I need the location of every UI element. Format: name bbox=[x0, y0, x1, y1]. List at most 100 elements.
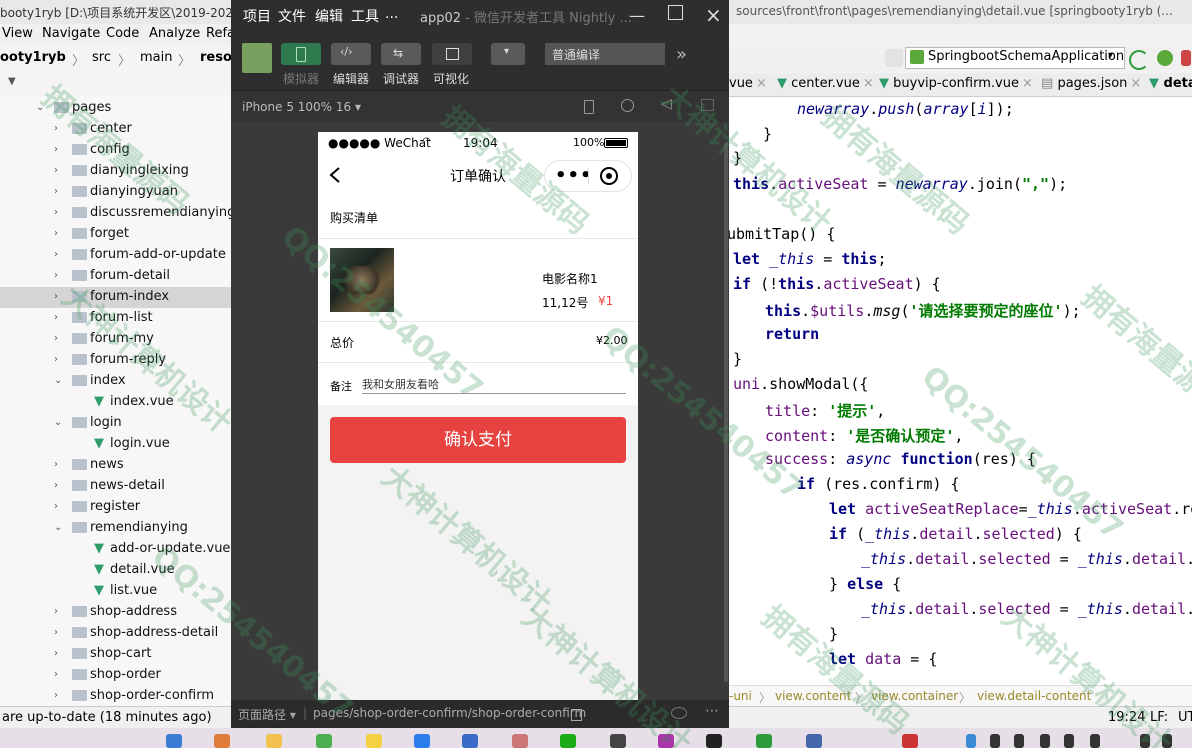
dt-menu-tools[interactable]: 工具 bbox=[351, 6, 379, 26]
intellij-icon[interactable] bbox=[902, 734, 918, 748]
capsule-menu[interactable]: ••• bbox=[544, 160, 632, 192]
dt-menu-file[interactable]: 文件 bbox=[278, 6, 306, 26]
tray-icon[interactable] bbox=[1090, 734, 1100, 748]
status-encoding[interactable]: UT bbox=[1178, 710, 1192, 725]
chevron-down-icon[interactable]: ⌄ bbox=[54, 417, 62, 428]
chevron-right-icon[interactable]: › bbox=[54, 228, 62, 239]
crumb-src[interactable]: src bbox=[92, 50, 111, 65]
volume-icon[interactable] bbox=[1162, 734, 1172, 748]
dt-menu-project[interactable]: 项目 bbox=[243, 6, 271, 26]
tab-vue[interactable]: vue × bbox=[729, 76, 767, 91]
tree-item[interactable]: › news bbox=[0, 455, 231, 476]
confirm-pay-button[interactable]: 确认支付 bbox=[330, 417, 626, 463]
chevron-right-icon[interactable]: › bbox=[54, 270, 62, 281]
chevron-right-icon[interactable]: › bbox=[54, 459, 62, 470]
tab-buyvip-confirm-vue[interactable]: ▼ buyvip-confirm.vue × bbox=[879, 76, 1033, 91]
dt-menu-edit[interactable]: 编辑 bbox=[315, 6, 343, 26]
tray-icon[interactable] bbox=[990, 734, 1000, 748]
tree-item[interactable]: › forum-add-or-update bbox=[0, 245, 231, 266]
chevron-down-icon[interactable]: ⌄ bbox=[36, 102, 44, 113]
tree-item[interactable]: › shop-order-confirm bbox=[0, 686, 231, 706]
tree-item[interactable]: › shop-address bbox=[0, 602, 231, 623]
editor-button[interactable]: ‹/› bbox=[331, 43, 371, 65]
tab-center-vue[interactable]: ▼ center.vue × bbox=[777, 76, 874, 91]
cart-item[interactable]: 电影名称1 11,12号 ¥1 bbox=[318, 239, 638, 322]
simulator-button[interactable] bbox=[281, 43, 321, 65]
status-message[interactable]: are up-to-date (18 minutes ago) bbox=[2, 710, 212, 725]
chevron-right-icon[interactable]: › bbox=[54, 144, 62, 155]
run-config-select[interactable]: SpringbootSchemaApplication ▾ bbox=[905, 47, 1125, 69]
tab-pages-json[interactable]: ▤ pages.json × bbox=[1041, 76, 1141, 91]
chevron-right-icon[interactable]: › bbox=[54, 669, 62, 680]
menu-code[interactable]: Code bbox=[106, 26, 139, 41]
tree-item[interactable]: ▼ login.vue bbox=[0, 434, 231, 455]
app-icon[interactable] bbox=[462, 734, 478, 748]
browser-icon[interactable] bbox=[214, 734, 230, 748]
code-editor[interactable]: newarray.push(array[i]); } } this.active… bbox=[729, 97, 1192, 685]
tree-item[interactable]: › config bbox=[0, 140, 231, 161]
debugger-button[interactable]: ⇆ bbox=[381, 43, 421, 65]
remark-input[interactable] bbox=[362, 375, 626, 394]
code-crumb-item[interactable]: view.content bbox=[775, 689, 851, 703]
tree-item[interactable]: ▼ list.vue bbox=[0, 581, 231, 602]
tree-item[interactable]: › shop-order bbox=[0, 665, 231, 686]
chevron-right-icon[interactable]: › bbox=[54, 186, 62, 197]
menu-view[interactable]: View bbox=[2, 26, 33, 41]
chevron-right-icon[interactable]: › bbox=[54, 354, 62, 365]
chevron-right-icon[interactable]: › bbox=[54, 627, 62, 638]
chevron-right-icon[interactable]: › bbox=[54, 312, 62, 323]
code-crumb-item[interactable]: view.container bbox=[871, 689, 958, 703]
tree-item[interactable]: › register bbox=[0, 497, 231, 518]
chevron-right-icon[interactable]: › bbox=[54, 606, 62, 617]
status-time[interactable]: 19:24 bbox=[1108, 710, 1145, 725]
wechat-icon[interactable] bbox=[560, 734, 576, 748]
menu-analyze[interactable]: Analyze bbox=[149, 26, 200, 41]
tree-item[interactable]: › dianyingyuan bbox=[0, 182, 231, 203]
wifi-icon[interactable] bbox=[1140, 734, 1150, 748]
tree-item[interactable]: › news-detail bbox=[0, 476, 231, 497]
tree-item[interactable]: › center bbox=[0, 119, 231, 140]
windows-start-icon[interactable] bbox=[166, 734, 182, 748]
folder-icon[interactable] bbox=[266, 734, 282, 748]
tree-item[interactable]: › dianyingleixing bbox=[0, 161, 231, 182]
tree-item[interactable]: › shop-cart bbox=[0, 644, 231, 665]
app-icon[interactable] bbox=[806, 734, 822, 748]
chevron-down-icon[interactable]: ▼ bbox=[8, 76, 16, 87]
chevron-down-icon[interactable]: ⌄ bbox=[54, 375, 62, 386]
app-icon[interactable] bbox=[756, 734, 772, 748]
record-icon[interactable] bbox=[621, 99, 634, 112]
tree-item[interactable]: ⌄ pages bbox=[0, 98, 231, 119]
visual-button[interactable] bbox=[432, 43, 472, 65]
debug-icon[interactable] bbox=[1157, 50, 1173, 66]
expand-more-icon[interactable]: » bbox=[676, 44, 687, 65]
tree-item[interactable]: ⌄ index bbox=[0, 371, 231, 392]
compile-mode-dropdown[interactable]: ▾ bbox=[491, 43, 525, 65]
tree-item[interactable]: › forget bbox=[0, 224, 231, 245]
tree-item[interactable]: ▼ add-or-update.vue bbox=[0, 539, 231, 560]
tree-item[interactable]: › shop-address-detail bbox=[0, 623, 231, 644]
page-path-label[interactable]: 页面路径 ▾ bbox=[238, 706, 296, 723]
tray-icon[interactable] bbox=[1040, 734, 1050, 748]
tray-icon[interactable] bbox=[966, 734, 976, 748]
more-icon[interactable]: ⋯ bbox=[705, 703, 719, 719]
tree-item[interactable]: ▼ detail.vue bbox=[0, 560, 231, 581]
tree-item[interactable]: ▼ index.vue bbox=[0, 392, 231, 413]
tree-item[interactable]: ⌄ remendianying bbox=[0, 518, 231, 539]
tree-item[interactable]: › discussremendianying bbox=[0, 203, 231, 224]
maximize-icon[interactable] bbox=[668, 5, 683, 20]
volume-icon[interactable]: ◁ bbox=[661, 96, 672, 112]
avatar[interactable] bbox=[242, 43, 272, 73]
copy-icon[interactable] bbox=[571, 709, 582, 721]
chevron-right-icon[interactable]: › bbox=[54, 333, 62, 344]
chevron-right-icon[interactable]: › bbox=[54, 207, 62, 218]
coverage-icon[interactable] bbox=[1181, 50, 1191, 66]
minimize-icon[interactable]: — bbox=[629, 6, 645, 25]
chevron-right-icon[interactable]: › bbox=[54, 291, 62, 302]
chevron-right-icon[interactable]: › bbox=[54, 648, 62, 659]
dt-menu-more[interactable]: ... bbox=[385, 6, 398, 22]
tree-item[interactable]: › forum-my bbox=[0, 329, 231, 350]
eye-icon[interactable] bbox=[671, 707, 687, 719]
close-miniprogram-icon[interactable] bbox=[600, 167, 618, 185]
close-icon[interactable]: × bbox=[705, 3, 722, 27]
terminal-icon[interactable] bbox=[706, 734, 722, 748]
